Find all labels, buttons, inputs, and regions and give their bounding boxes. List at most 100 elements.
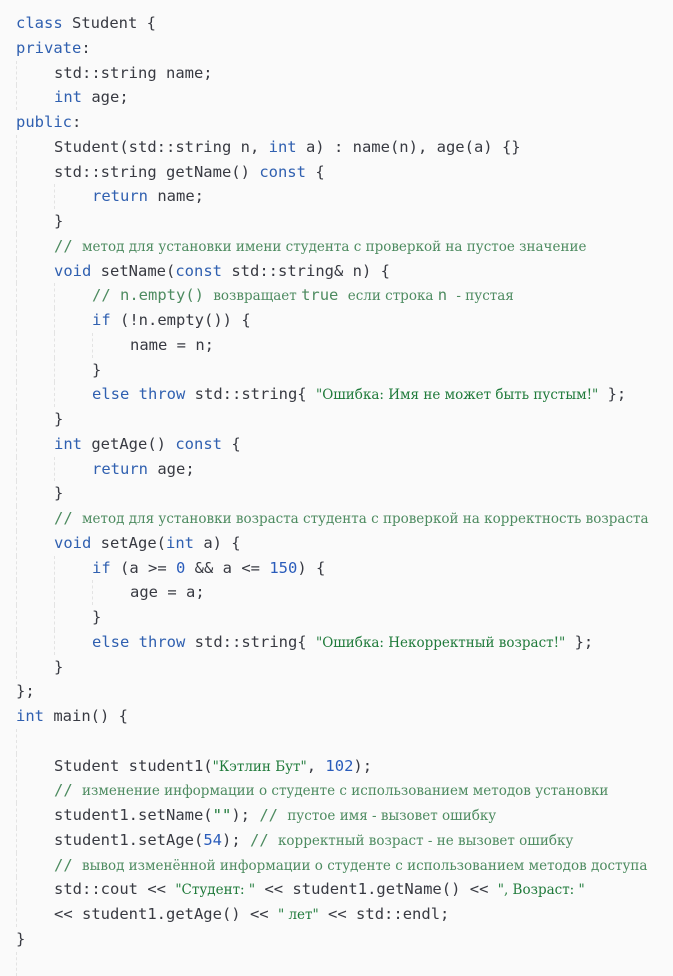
indent-guide (54, 184, 55, 209)
code-line: void setName(const std::string& n) { (16, 259, 673, 284)
code-text: , (307, 757, 326, 775)
indent-guide (16, 184, 17, 209)
code-line: name = n; (16, 333, 673, 358)
indent-guide (54, 580, 55, 605)
code-text: << std::endl; (319, 905, 450, 923)
code-text: ); (222, 831, 250, 849)
code-line: // изменение информации о студенте с исп… (16, 778, 673, 803)
keyword: void (54, 262, 91, 280)
indent-guide (16, 754, 17, 779)
number-literal: 150 (269, 559, 297, 577)
code-line: } (16, 209, 673, 234)
indent-guide (16, 407, 17, 432)
keyword: else throw (92, 633, 185, 651)
code-line: Student student1("Кэтлин Бут", 102); (16, 754, 673, 779)
comment: метод для установки имени студента с про… (82, 239, 586, 255)
code-text: age; (82, 88, 129, 106)
code-line: void setAge(int a) { (16, 531, 673, 556)
keyword: const (259, 163, 306, 181)
comment: // (54, 237, 82, 255)
keyword: const (175, 435, 222, 453)
code-line: else throw std::string{ "Ошибка: Имя не … (16, 382, 673, 407)
indent-guide (16, 778, 17, 803)
code-text: (a >= (111, 559, 176, 577)
indent-guide (16, 308, 17, 333)
code-line: int main() { (16, 704, 673, 729)
code-line: if (!n.empty()) { (16, 308, 673, 333)
code-text: (!n.empty()) { (111, 311, 251, 329)
comment: вывод изменённой информации о студенте с… (82, 858, 647, 874)
code-text: }; (598, 385, 626, 403)
code-line: std::string name; (16, 61, 673, 86)
keyword: return (92, 460, 148, 478)
code-line: age = a; (16, 580, 673, 605)
indent-guide (16, 655, 17, 680)
indent-guide (16, 61, 17, 86)
code-line: student1.setAge(54); // корректный возра… (16, 828, 673, 853)
keyword: return (92, 187, 148, 205)
code-line: } (16, 605, 673, 630)
code-line (16, 729, 673, 754)
indent-guide (16, 283, 17, 308)
comment: n (438, 286, 457, 304)
keyword: class (16, 14, 63, 32)
indent-guide (54, 630, 55, 655)
indent-guide (16, 506, 17, 531)
keyword: int (166, 534, 194, 552)
code-text: std::cout << (54, 880, 175, 898)
code-text: } (92, 361, 101, 379)
code-line: } (16, 655, 673, 680)
indent-guide (92, 580, 93, 605)
comment: изменение информации о студенте с исполь… (82, 783, 608, 799)
code-line: << student1.getAge() << " лет" << std::e… (16, 902, 673, 927)
code-block: class Student {private:std::string name;… (0, 0, 673, 969)
code-text: getAge() (82, 435, 175, 453)
code-text: std::string{ (185, 633, 316, 651)
comment: пустое имя - вызовет ошибку (287, 808, 496, 824)
comment: // (54, 781, 82, 799)
code-line: int age; (16, 85, 673, 110)
comment: // (250, 831, 278, 849)
code-text: ); (231, 806, 259, 824)
keyword: int (269, 138, 297, 156)
string-literal: "Кэтлин Бут" (213, 759, 307, 775)
indent-guide (16, 259, 17, 284)
indent-guide (54, 605, 55, 630)
string-literal: "Ошибка: Имя не может быть пустым!" (316, 387, 598, 403)
indent-guide (92, 333, 93, 358)
code-line (16, 952, 673, 976)
code-line: }; (16, 679, 673, 704)
comment: // (54, 509, 82, 527)
code-line: } (16, 927, 673, 952)
comment: // n.empty() (92, 286, 213, 304)
indent-guide (16, 853, 17, 878)
code-text: name; (148, 187, 204, 205)
string-literal: ", Возраст: " (498, 882, 585, 898)
indent-guide (16, 902, 17, 927)
code-text: { (306, 163, 325, 181)
code-line: else throw std::string{ "Ошибка: Некорре… (16, 630, 673, 655)
indent-guide (16, 877, 17, 902)
keyword: if (92, 559, 111, 577)
indent-guide (16, 630, 17, 655)
code-text: ) { (297, 559, 325, 577)
indent-guide (16, 531, 17, 556)
code-text: std::string name; (54, 64, 213, 82)
indent-guide (16, 135, 17, 160)
indent-guide (16, 234, 17, 259)
indent-guide (16, 481, 17, 506)
code-text: student1.setAge( (54, 831, 203, 849)
code-line: Student(std::string n, int a) : name(n),… (16, 135, 673, 160)
code-line: return age; (16, 457, 673, 482)
string-literal: "" (213, 806, 232, 824)
keyword: const (175, 262, 222, 280)
indent-guide (54, 457, 55, 482)
code-text: : (81, 39, 90, 57)
code-line: // метод для установки возраста студента… (16, 506, 673, 531)
code-line: int getAge() const { (16, 432, 673, 457)
code-text: && a <= (185, 559, 269, 577)
code-text: name = n; (130, 336, 214, 354)
code-line: student1.setName(""); // пустое имя - вы… (16, 803, 673, 828)
code-text: { (222, 435, 241, 453)
code-text: setAge( (91, 534, 166, 552)
